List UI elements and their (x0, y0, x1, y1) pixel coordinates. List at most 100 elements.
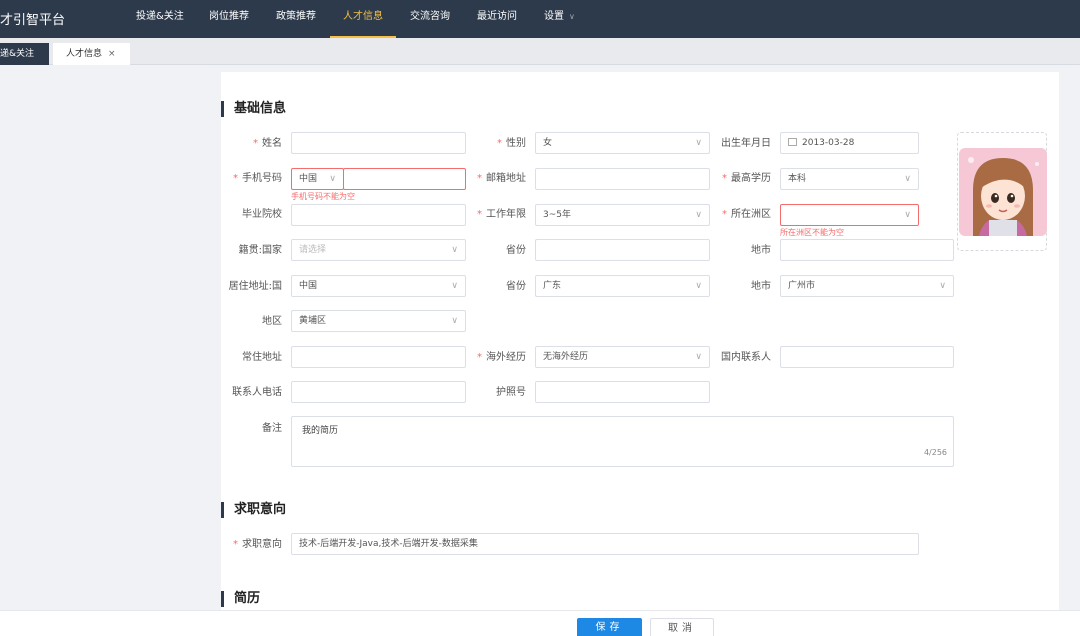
chevron-down-icon: ∨ (329, 174, 336, 184)
field-value: 中国 (299, 174, 318, 184)
required-mark: * (497, 138, 502, 149)
required-mark: * (722, 209, 727, 220)
label-overseas: * 海外经历 (470, 352, 526, 364)
native-province-input[interactable] (535, 239, 710, 261)
calendar-icon (788, 138, 797, 146)
cancel-button[interactable]: 取消 (650, 618, 714, 636)
passport-input[interactable] (535, 381, 710, 403)
education-select[interactable]: 本科 ∨ (780, 168, 919, 190)
label-education: * 最高学历 (715, 173, 771, 185)
chevron-down-icon: ∨ (904, 210, 911, 220)
label-phone: * 手机号码 (230, 173, 282, 185)
job-intent-input[interactable]: 技术-后端开发-Java,技术-后端开发-数据采集 (291, 533, 919, 555)
chevron-down-icon: ∨ (451, 281, 458, 291)
label-passport: 护照号 (496, 387, 526, 398)
required-mark: * (477, 173, 482, 184)
name-input[interactable] (291, 132, 466, 154)
nav-item-label: 设置 (544, 11, 564, 22)
label-text: 所在洲区 (731, 209, 771, 220)
label-birth: 出生年月日 (721, 138, 771, 149)
section-title-resume: 简历 (221, 591, 260, 607)
contact-phone-input[interactable] (291, 381, 466, 403)
res-city-select[interactable]: 广州市 ∨ (780, 275, 954, 297)
native-city-input[interactable] (780, 239, 954, 261)
tab-label: 人才信息 (66, 49, 103, 59)
label-work-years: * 工作年限 (470, 209, 526, 221)
required-mark: * (233, 173, 238, 184)
label-domestic-contact: 国内联系人 (721, 352, 771, 363)
nav-item-recent[interactable]: 最近访问 (477, 0, 517, 38)
label-text: 海外经历 (486, 352, 526, 363)
field-value: 本科 (788, 174, 807, 184)
required-mark: * (477, 352, 482, 363)
avatar (959, 148, 1047, 236)
label-name: * 姓名 (230, 138, 282, 150)
label-native-province: 省份 (506, 245, 526, 256)
address-input[interactable] (291, 346, 466, 368)
label-job-intent: * 求职意向 (222, 539, 282, 551)
nav-item-consult[interactable]: 交流咨询 (410, 0, 450, 38)
required-mark: * (253, 138, 258, 149)
overseas-select[interactable]: 无海外经历 ∨ (535, 346, 710, 368)
nav-item-settings[interactable]: 设置 ∨ (544, 0, 575, 38)
chevron-down-icon: ∨ (569, 12, 575, 21)
nav-item-applications[interactable]: 投递&关注 (136, 0, 184, 38)
chevron-down-icon: ∨ (695, 138, 702, 148)
field-value: 无海外经历 (543, 352, 589, 362)
label-contact-phone: 联系人电话 (232, 387, 282, 398)
birth-date-picker[interactable]: 2013-03-28 (780, 132, 919, 154)
avatar-upload[interactable] (957, 132, 1047, 251)
required-mark: * (477, 209, 482, 220)
tab-talent-info[interactable]: 人才信息 × (53, 43, 130, 65)
label-res-country: 居住地址:国 (228, 281, 282, 292)
res-province-select[interactable]: 广东 ∨ (535, 275, 710, 297)
chevron-down-icon: ∨ (451, 245, 458, 255)
domestic-contact-input[interactable] (780, 346, 954, 368)
label-native-country: 籍贯:国家 (238, 245, 282, 256)
label-text: 求职意向 (242, 539, 282, 550)
nav-item-policy-recommend[interactable]: 政策推荐 (276, 0, 316, 38)
save-button[interactable]: 保存 (577, 618, 642, 636)
chevron-down-icon: ∨ (695, 281, 702, 291)
label-school: 毕业院校 (242, 209, 282, 220)
res-district-select[interactable]: 黄埔区 ∨ (291, 310, 466, 332)
gender-select[interactable]: 女 ∨ (535, 132, 710, 154)
native-country-select[interactable]: 请选择 ∨ (291, 239, 466, 261)
label-res-district: 地区 (262, 316, 282, 327)
top-nav: 才引智平台 投递&关注 岗位推荐 政策推荐 人才信息 交流咨询 最近访问 设置 ∨ (0, 0, 1080, 38)
res-country-select[interactable]: 中国 ∨ (291, 275, 466, 297)
label-remark: 备注 (262, 423, 282, 434)
label-res-province: 省份 (506, 281, 526, 292)
field-value: 我的简历 (302, 426, 339, 436)
label-email: * 邮箱地址 (470, 173, 526, 185)
nav-item-job-recommend[interactable]: 岗位推荐 (209, 0, 249, 38)
label-text: 最高学历 (731, 173, 771, 184)
nav-item-talent-info[interactable]: 人才信息 (330, 0, 396, 38)
required-mark: * (233, 539, 238, 550)
label-gender: * 性别 (470, 138, 526, 150)
label-text: 手机号码 (242, 173, 282, 184)
field-placeholder: 请选择 (299, 245, 327, 255)
field-value: 广州市 (788, 281, 816, 291)
continent-select[interactable]: ∨ (780, 204, 919, 226)
remark-textarea[interactable]: 我的简历 4/256 (291, 416, 954, 467)
field-value: 2013-03-28 (802, 138, 855, 148)
field-value: 黄埔区 (299, 316, 327, 326)
tab-label: 递&关注 (0, 49, 35, 59)
section-title-intent: 求职意向 (221, 502, 286, 518)
phone-country-select[interactable]: 中国 ∨ (291, 168, 344, 190)
close-icon[interactable]: × (108, 49, 116, 59)
char-counter: 4/256 (923, 448, 947, 457)
school-input[interactable] (291, 204, 466, 226)
tab-bar: 递&关注 人才信息 × (0, 38, 1080, 65)
label-native-city: 地市 (751, 245, 771, 256)
field-value: 3~5年 (543, 210, 571, 220)
phone-input[interactable] (343, 168, 466, 190)
work-years-select[interactable]: 3~5年 ∨ (535, 204, 710, 226)
field-value: 中国 (299, 281, 318, 291)
section-title-basic: 基础信息 (221, 101, 286, 117)
tab-applications[interactable]: 递&关注 (0, 43, 49, 65)
chevron-down-icon: ∨ (695, 352, 702, 362)
email-input[interactable] (535, 168, 710, 190)
chevron-down-icon: ∨ (904, 174, 911, 184)
